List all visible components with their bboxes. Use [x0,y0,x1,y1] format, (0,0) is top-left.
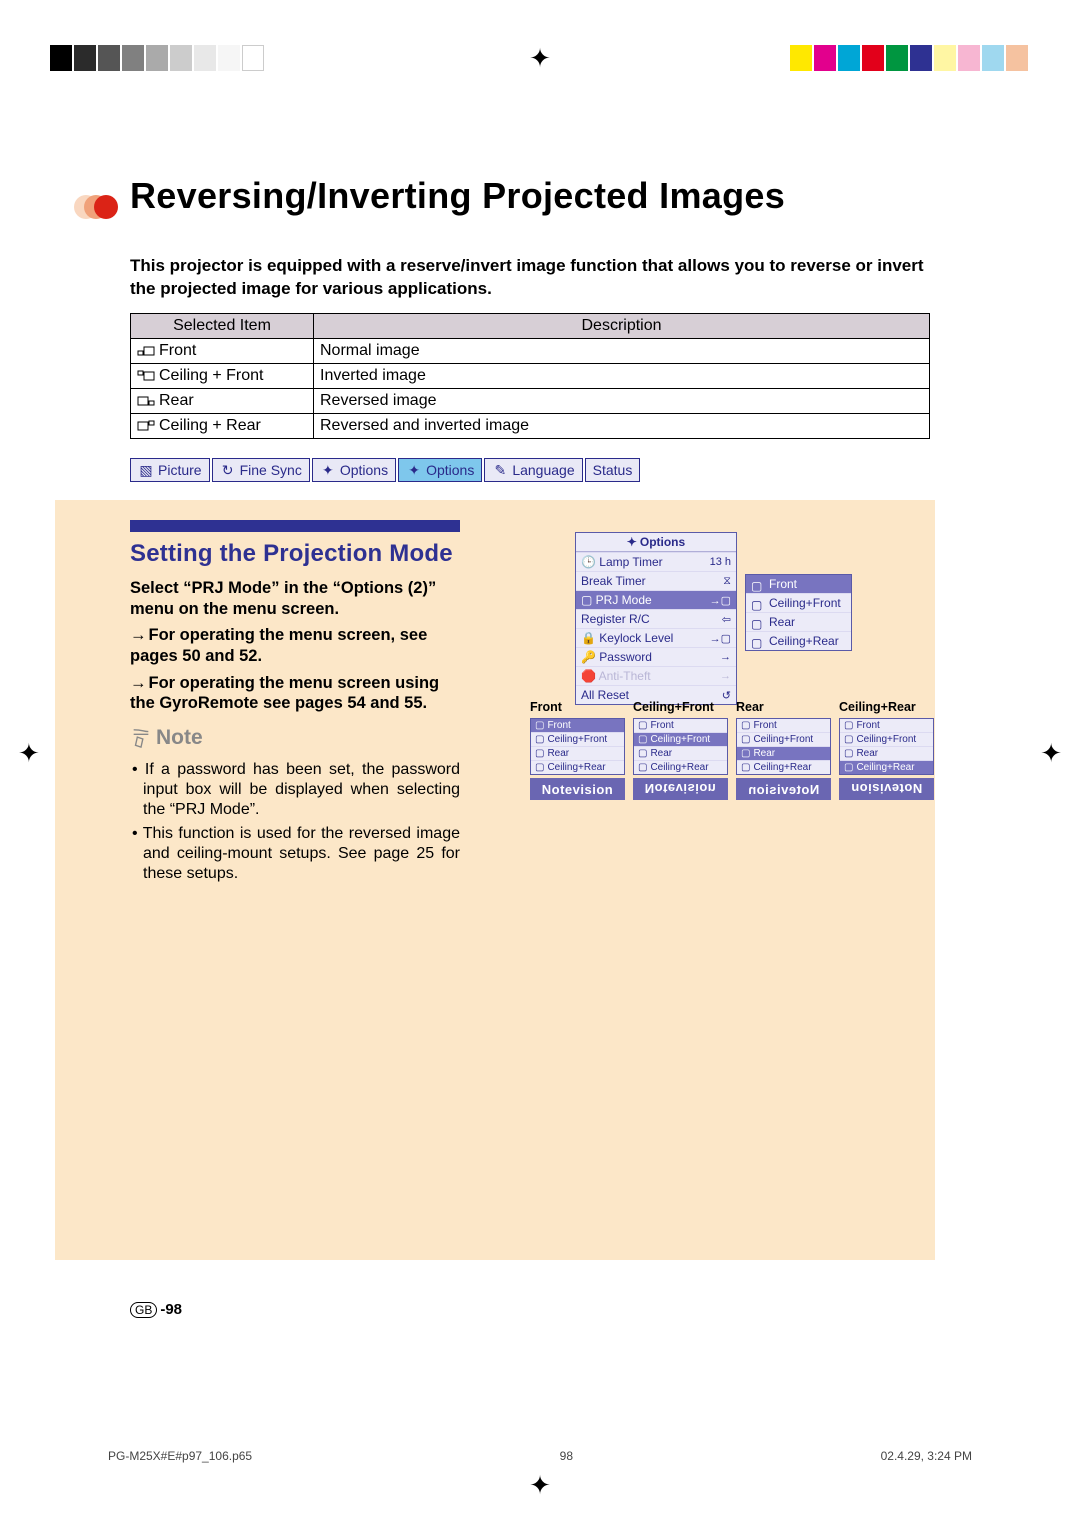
registration-mark-left: ✦ [18,740,40,766]
tab-status[interactable]: Status [585,458,641,482]
mode-thumbnails: Front ▢Front▢Ceiling+Front▢Rear▢Ceiling+… [530,700,934,800]
page-title: Reversing/Inverting Projected Images [130,175,785,217]
page: ✦ ✦ ✦ ✦ Reversing/Inverting Projected Im… [0,0,1080,1528]
note-body: • If a password has been set, the passwo… [132,760,460,888]
rear-icon [137,394,155,408]
sync-icon: ↻ [220,463,236,477]
section-heading: Setting the Projection Mode [130,540,453,568]
osd-menu-tabs: ▧Picture ↻Fine Sync ✦Options ✦Options ✎L… [130,458,640,482]
table-row: FrontNormal image [131,339,930,364]
tab-options-1[interactable]: ✦Options [312,458,396,482]
instruction-steps: Select “PRJ Mode” in the “Options (2)” m… [130,578,460,714]
projection-mode-table: Selected Item Description FrontNormal im… [130,313,930,439]
osd-row-anti-theft[interactable]: 🛑 Anti-Theft→ [576,666,736,685]
brand-ceiling-rear: Notevision [839,778,934,800]
osd-row-keylock[interactable]: 🔒 Keylock Level→▢ [576,628,736,647]
tab-options-2[interactable]: ✦Options [398,458,482,482]
table-row: Ceiling + FrontInverted image [131,364,930,389]
submenu-ceiling-front[interactable]: ▢Ceiling+Front [746,593,851,612]
registration-mark-bottom: ✦ [529,1472,551,1498]
table-row: RearReversed image [131,389,930,414]
table-row: Ceiling + RearReversed and inverted imag… [131,414,930,439]
osd-row-lamp-timer[interactable]: 🕒 Lamp Timer13 h [576,552,736,571]
submenu-ceiling-rear[interactable]: ▢Ceiling+Rear [746,631,851,650]
footer: PG-M25X#E#p97_106.p65 98 02.4.29, 3:24 P… [108,1449,972,1463]
osd-row-register-rc[interactable]: Register R/C⇦ [576,609,736,628]
registration-mark-top: ✦ [529,45,551,71]
options-icon: ✦ [406,463,422,477]
tab-language[interactable]: ✎Language [484,458,582,482]
thumb-ceiling-rear: Ceiling+Rear ▢Front▢Ceiling+Front▢Rear▢C… [839,700,934,800]
osd-prj-submenu: ▢Front ▢Ceiling+Front ▢Rear ▢Ceiling+Rea… [745,574,852,651]
submenu-rear[interactable]: ▢Rear [746,612,851,631]
ceiling-rear-icon [137,419,155,433]
front-icon [137,344,155,358]
thumb-rear: Rear ▢Front▢Ceiling+Front▢Rear▢Ceiling+R… [736,700,831,800]
ceiling-front-icon [137,369,155,383]
osd-row-break-timer[interactable]: Break Timer⧖ [576,571,736,590]
step-ref-1: For operating the menu screen, see pages… [130,626,427,665]
thumb-ceiling-front: Ceiling+Front ▢Front▢Ceiling+Front▢Rear▢… [633,700,728,800]
note-icon [130,727,152,749]
osd-options-panel: ✦Options 🕒 Lamp Timer13 h Break Timer⧖ ▢… [575,532,737,705]
brand-front: Notevision [530,778,625,800]
step-select: Select “PRJ Mode” in the “Options (2)” m… [130,578,460,619]
tab-fine-sync[interactable]: ↻Fine Sync [212,458,310,482]
picture-icon: ▧ [138,463,154,477]
th-description: Description [314,314,930,339]
step-ref-2: For operating the menu screen using the … [130,674,439,713]
brand-rear: Notevision [736,778,831,800]
osd-row-password[interactable]: 🔑 Password→ [576,647,736,666]
language-icon: ✎ [492,463,508,477]
intro-paragraph: This projector is equipped with a reserv… [130,255,930,301]
thumb-front: Front ▢Front▢Ceiling+Front▢Rear▢Ceiling+… [530,700,625,800]
osd-panel-title: ✦Options [576,533,736,552]
note-heading: Note [130,726,203,750]
footer-file: PG-M25X#E#p97_106.p65 [108,1449,252,1463]
osd-row-prj-mode[interactable]: ▢ PRJ Mode→▢ [576,590,736,609]
brand-ceiling-front: Notevision [633,778,728,800]
tab-picture[interactable]: ▧Picture [130,458,210,482]
footer-page: 98 [560,1449,573,1463]
page-number: GB-98 [130,1301,182,1318]
registration-mark-right: ✦ [1040,740,1062,766]
heading-bullet [94,195,118,219]
options-icon: ✦ [320,463,336,477]
submenu-front[interactable]: ▢Front [746,575,851,593]
th-selected-item: Selected Item [131,314,314,339]
section-strip [130,520,460,532]
footer-date: 02.4.29, 3:24 PM [881,1449,972,1463]
